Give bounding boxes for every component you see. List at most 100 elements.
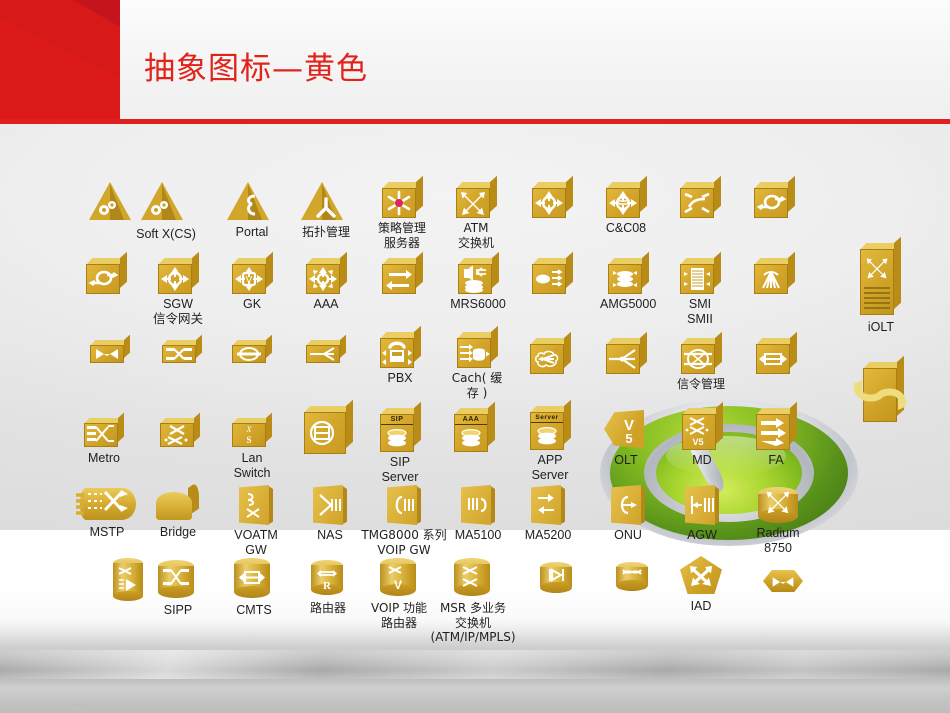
- icon-label: C&C08: [605, 221, 647, 235]
- box-shape: [458, 251, 499, 294]
- icon-label: IAD: [690, 599, 712, 613]
- box-shape: [756, 401, 797, 450]
- icon-fan-box[interactable]: [600, 331, 652, 374]
- icon-smi-smii[interactable]: SMI SMII: [674, 251, 726, 326]
- voip-v-icon: V: [388, 566, 402, 592]
- icon-oval-arrow[interactable]: [80, 251, 132, 294]
- wedge-shape: [387, 485, 421, 525]
- cylinder-shape: [616, 562, 650, 598]
- icon-portal[interactable]: Portal: [226, 182, 278, 240]
- icon-twist-rack[interactable]: [853, 355, 910, 422]
- icon-cc08[interactable]: C&C08: [600, 175, 652, 236]
- icon-switch-oval[interactable]: [748, 175, 800, 218]
- icon-ma5100[interactable]: MA5100: [452, 485, 504, 543]
- icon-iad[interactable]: IAD: [678, 556, 724, 614]
- icon-sgw[interactable]: SGW 信令网关: [152, 251, 204, 326]
- icon-gk[interactable]: V GK: [226, 251, 278, 312]
- icon-atm-switch[interactable]: ATM 交换机: [450, 175, 502, 250]
- icon-tmg8000[interactable]: TMG8000 系列 VOIP GW: [361, 485, 447, 557]
- icon-cross-slab[interactable]: [156, 334, 208, 364]
- box-shape: [756, 331, 797, 374]
- box-shape: [681, 331, 722, 374]
- box-shape: [306, 251, 347, 294]
- icon-router[interactable]: R 路由器: [305, 560, 351, 616]
- icon-sipp[interactable]: SIPP: [152, 560, 204, 618]
- icon-swirl-cyl[interactable]: [610, 562, 656, 598]
- icon-splitter-slab[interactable]: [300, 334, 352, 364]
- wedge-left-shape: V 5: [604, 410, 648, 450]
- icon-amg5000[interactable]: AMG5000: [600, 251, 656, 312]
- box-shape: [530, 331, 571, 374]
- icon-olt[interactable]: V 5 OLT: [600, 410, 652, 468]
- bars-icon: [319, 494, 341, 516]
- ring-bar-icon: [237, 347, 261, 361]
- bar-2arrows-icon: [756, 344, 790, 374]
- icon-bar-2arrows[interactable]: [750, 331, 802, 374]
- icon-hex-x[interactable]: [760, 570, 806, 596]
- icon-label: GK: [242, 297, 262, 311]
- icon-switch-xx[interactable]: [154, 412, 206, 448]
- icon-fa[interactable]: FA: [750, 401, 802, 468]
- icon-label: MA5100: [454, 528, 502, 542]
- icon-cube-ring[interactable]: [302, 399, 354, 454]
- icon-label: AAA: [313, 297, 339, 311]
- icon-lan-switch[interactable]: X S Lan Switch: [226, 412, 278, 480]
- icon-cmts[interactable]: CMTS: [228, 558, 280, 618]
- box-shape: [86, 251, 127, 294]
- icon-label: 信令管理: [676, 377, 725, 391]
- svg-text:V5: V5: [692, 437, 703, 447]
- icon-two-arrows[interactable]: [376, 251, 428, 294]
- slab-shape: X S: [232, 412, 272, 448]
- icon-radium-8750[interactable]: Radium 8750: [752, 483, 804, 555]
- page-title: 抽象图标—黄色: [144, 51, 368, 87]
- triangle-shape: [301, 182, 351, 222]
- gears-icon: [151, 201, 168, 215]
- icon-app-server[interactable]: Server APP Server: [524, 399, 576, 482]
- icon-signal-mgmt[interactable]: 信令管理: [674, 331, 728, 392]
- icon-soft-x-cs-a[interactable]: [88, 182, 140, 222]
- icon-ring-slab[interactable]: [226, 334, 278, 364]
- icon-mrs6000[interactable]: MRS6000: [450, 251, 506, 312]
- box-shape: AAA: [454, 401, 495, 452]
- icon-md[interactable]: V5 MD: [676, 401, 728, 468]
- icon-sip-server[interactable]: SIP SIP Server: [374, 401, 426, 484]
- icon-cloud-box[interactable]: [524, 331, 576, 374]
- icon-soft-x-cs-b[interactable]: Soft X(CS): [136, 182, 196, 241]
- icon-pbx[interactable]: PBX: [374, 325, 426, 386]
- icon-nas[interactable]: NAS: [304, 485, 356, 543]
- icon-bowtie-slab[interactable]: [84, 334, 136, 364]
- box-shape: SIP: [380, 401, 421, 452]
- icon-ma5200[interactable]: MA5200: [522, 485, 574, 543]
- icon-agw[interactable]: AGW: [676, 485, 728, 543]
- icon-switch-circle[interactable]: [526, 175, 578, 218]
- circle-4arrows-icon: [532, 188, 566, 218]
- tri-star-icon: [316, 197, 336, 218]
- icon-play-cyl[interactable]: [534, 562, 580, 598]
- icon-voip-router[interactable]: V VOIP 功能 路由器: [371, 558, 427, 630]
- icon-voatm-gw[interactable]: VOATM GW: [230, 485, 282, 557]
- triangle-shape: [89, 182, 139, 222]
- xx-icon: [462, 566, 478, 587]
- cylinder-shape: V: [380, 558, 418, 598]
- icon-msr[interactable]: MSR 多业务 交换机 (ATM/IP/MPLS): [430, 558, 516, 645]
- icon-mstp[interactable]: MSTP: [72, 486, 142, 540]
- icon-topology-mgmt[interactable]: 拓扑管理: [300, 182, 352, 240]
- icon-onu[interactable]: ONU: [602, 485, 654, 543]
- icon-metro[interactable]: Metro: [78, 412, 130, 466]
- icon-fan-out[interactable]: [748, 251, 800, 294]
- icon-amg-small[interactable]: [526, 251, 578, 294]
- box-shape: [382, 251, 423, 294]
- icon-iolt[interactable]: iOLT: [855, 236, 907, 335]
- icon-aaa[interactable]: AAA: [300, 251, 352, 312]
- icon-bridge[interactable]: Bridge: [152, 480, 204, 540]
- icon-cach[interactable]: Cach( 缓存 ): [448, 325, 506, 400]
- oval-lines-icon: [532, 264, 566, 294]
- icon-sipp-tall[interactable]: [104, 558, 156, 604]
- icon-switch-curve[interactable]: [674, 175, 726, 218]
- icon-policy-mgmt-server[interactable]: 策略管理 服务器: [376, 175, 428, 250]
- icon-app-server-aaa[interactable]: AAA: [448, 401, 500, 452]
- xx-v5-icon: V5: [685, 417, 709, 447]
- svg-text:S: S: [246, 435, 251, 445]
- oval-2arrows-icon: [86, 264, 120, 294]
- ring-stack-icon: [309, 420, 335, 446]
